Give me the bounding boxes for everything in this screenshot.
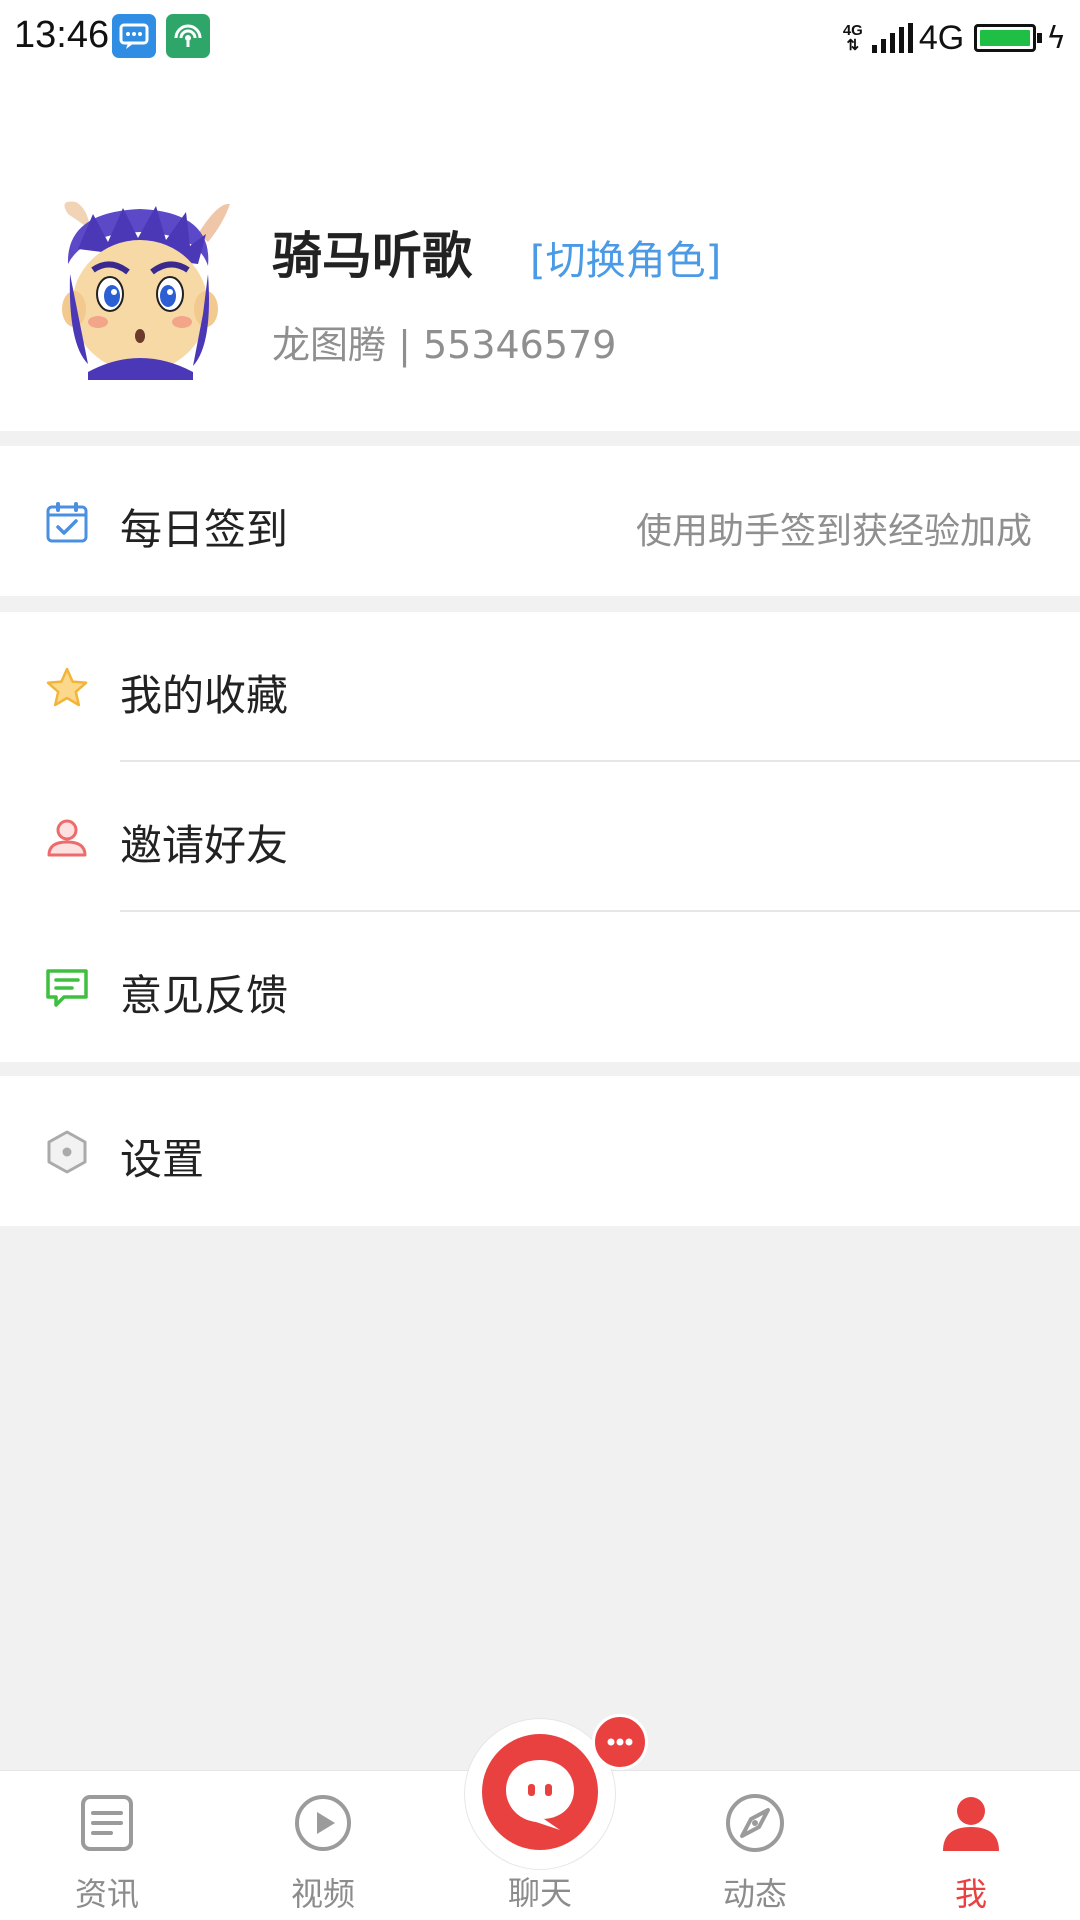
compass-icon xyxy=(723,1791,787,1855)
daily-checkin-row[interactable]: 每日签到 使用助手签到获经验加成 xyxy=(0,446,1080,596)
nav-moments-label: 动态 xyxy=(722,1875,787,1913)
user-filled-icon xyxy=(939,1791,1003,1855)
nav-news[interactable]: 资讯 xyxy=(17,1771,197,1920)
star-icon xyxy=(44,665,90,711)
nav-chat-label[interactable]: 聊天 xyxy=(450,1868,630,1914)
play-icon xyxy=(291,1791,355,1855)
network-small-label: 4G ⇅ xyxy=(842,22,863,54)
favorites-row[interactable]: 我的收藏 xyxy=(0,612,1080,762)
user-icon xyxy=(44,815,90,861)
signal-icon xyxy=(871,23,913,53)
status-indicators: 4G ⇅ 4G ϟ xyxy=(840,14,1066,62)
feedback-label: 意见反馈 xyxy=(120,971,289,1020)
invite-friends-label: 邀请好友 xyxy=(120,821,289,870)
status-bar: 13:46 4G ⇅ 4G ϟ xyxy=(0,0,1080,76)
chat-fab-button[interactable] xyxy=(482,1734,598,1850)
chat-more-badge[interactable] xyxy=(592,1714,648,1770)
profile-header: 骑马听歌 [切换角色] 龙图腾 | 55346579 xyxy=(0,76,1080,431)
chat-bubble-icon xyxy=(44,965,90,1011)
switch-role-link[interactable]: [切换角色] xyxy=(530,228,721,286)
hexagon-settings-icon xyxy=(44,1129,90,1175)
hotspot-app-icon xyxy=(166,14,210,58)
nav-me-label: 我 xyxy=(954,1875,987,1913)
daily-checkin-hint: 使用助手签到获经验加成 xyxy=(635,511,1032,552)
nav-news-label: 资讯 xyxy=(74,1875,139,1913)
nav-video[interactable]: 视频 xyxy=(233,1771,413,1920)
settings-row[interactable]: 设置 xyxy=(0,1076,1080,1226)
personal-group: 我的收藏 邀请好友 意见反馈 xyxy=(0,612,1080,1062)
username: 骑马听歌 xyxy=(272,227,472,285)
invite-friends-row[interactable]: 邀请好友 xyxy=(0,762,1080,912)
news-icon xyxy=(75,1791,139,1855)
status-time: 13:46 xyxy=(14,14,110,56)
feedback-row[interactable]: 意见反馈 xyxy=(0,912,1080,1062)
charging-icon: ϟ xyxy=(1046,20,1066,56)
checkin-group: 每日签到 使用助手签到获经验加成 xyxy=(0,446,1080,596)
battery-icon xyxy=(974,24,1043,52)
server-id: 龙图腾 | 55346579 xyxy=(272,323,617,367)
daily-checkin-label: 每日签到 xyxy=(120,505,289,554)
nav-moments[interactable]: 动态 xyxy=(665,1771,845,1920)
favorites-label: 我的收藏 xyxy=(120,671,289,720)
avatar[interactable] xyxy=(48,194,233,380)
calendar-check-icon xyxy=(44,499,90,545)
network-type-label: 4G xyxy=(918,18,965,57)
settings-group: 设置 xyxy=(0,1076,1080,1226)
nav-me[interactable]: 我 xyxy=(881,1771,1061,1920)
settings-label: 设置 xyxy=(120,1135,205,1184)
screen: 13:46 4G ⇅ 4G ϟ 骑马听歌 [切换角色] 龙图腾 | 553465… xyxy=(0,0,1080,1920)
nav-video-label: 视频 xyxy=(290,1875,355,1913)
message-app-icon xyxy=(112,14,156,58)
